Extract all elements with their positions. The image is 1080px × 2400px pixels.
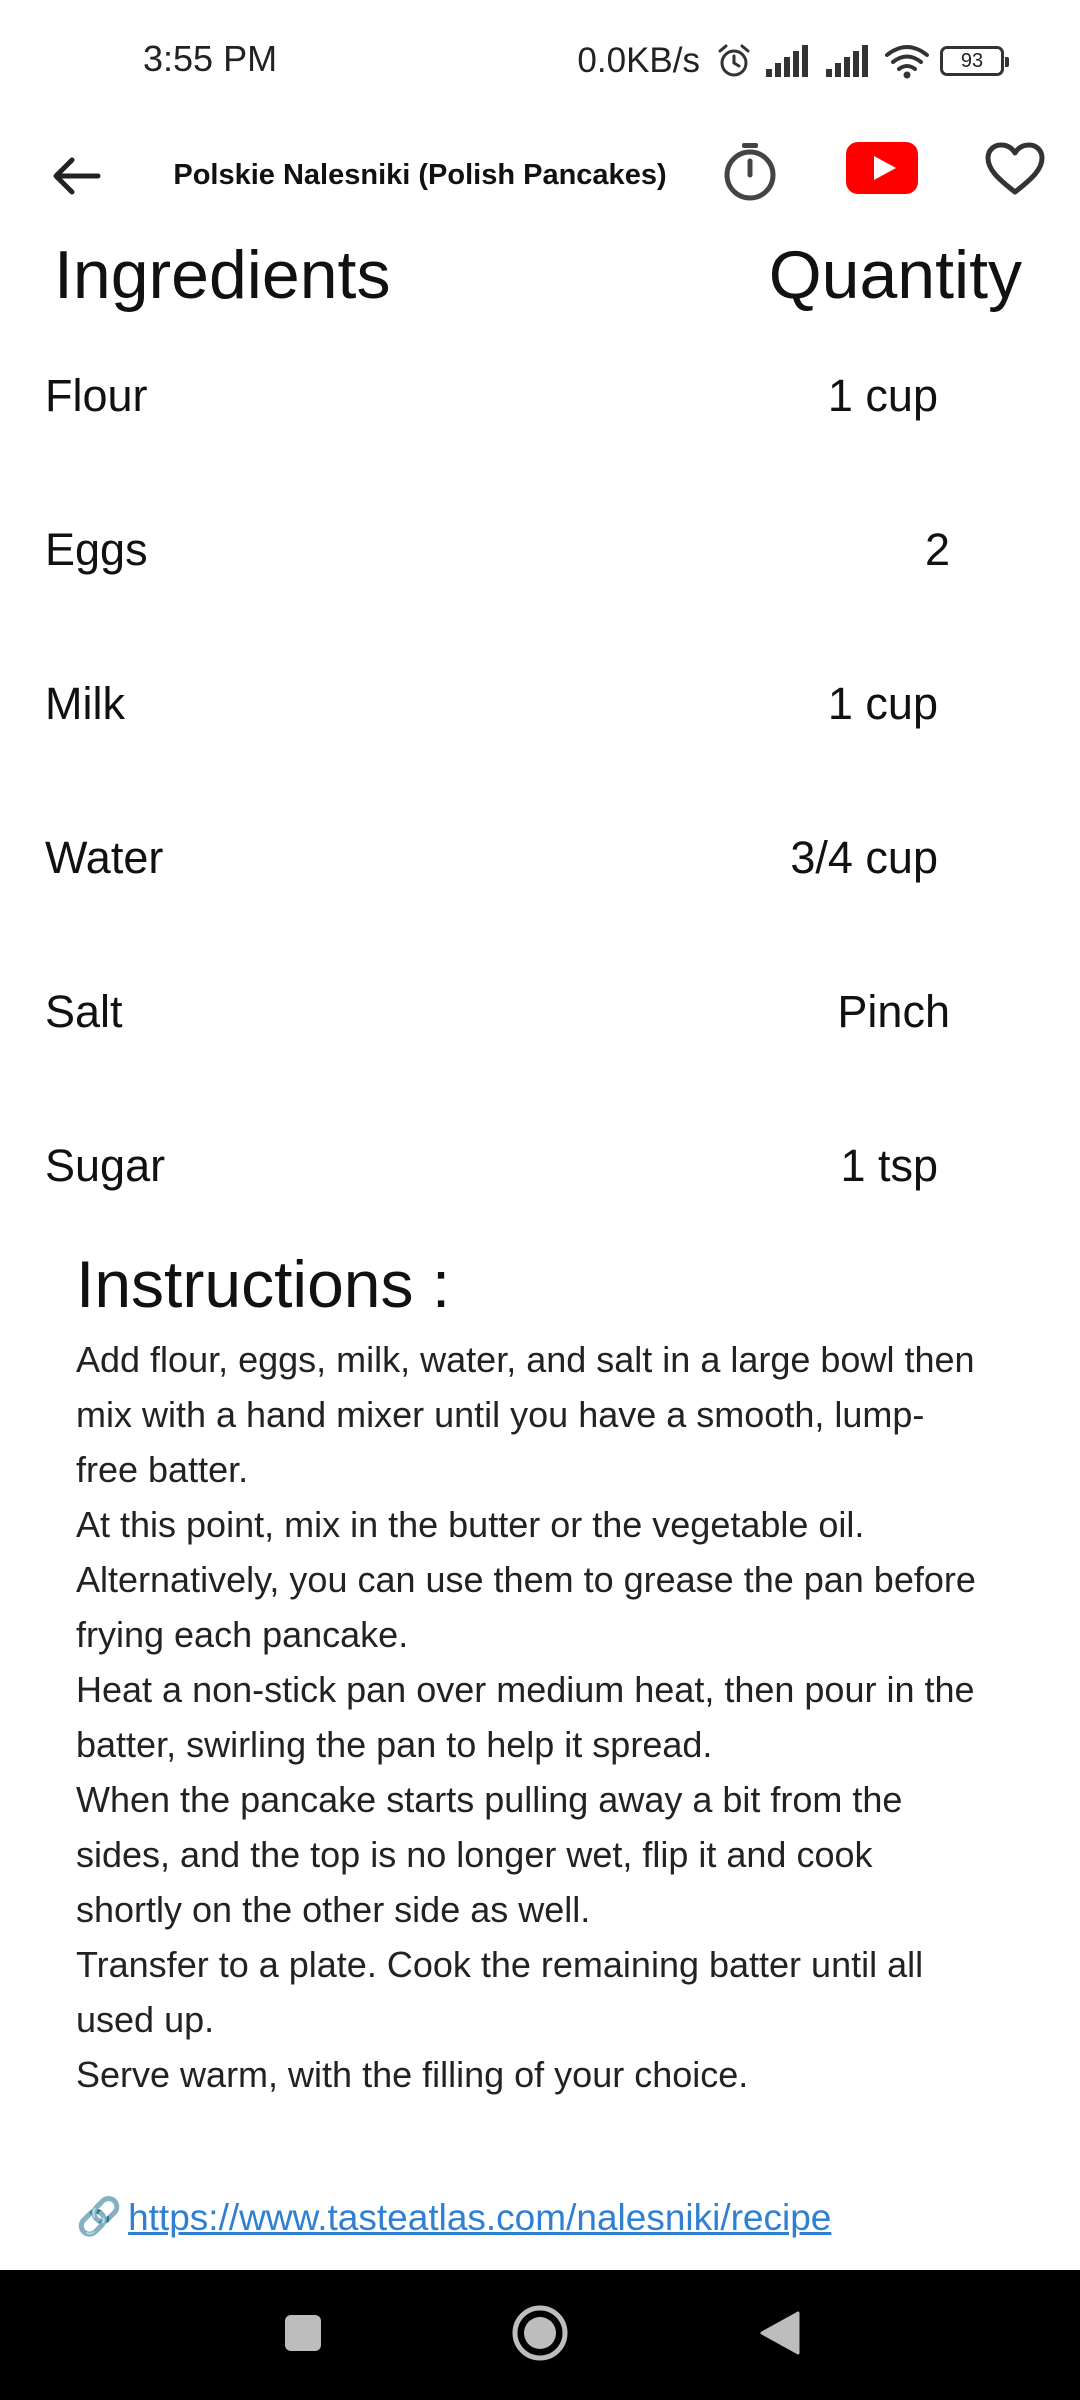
signal-icon-2 [824, 43, 874, 79]
ingredient-quantity: 1 cup [827, 370, 938, 421]
ingredient-row: Salt Pinch [0, 986, 1080, 1140]
link-icon: 🔗 [76, 2196, 123, 2237]
battery-level: 93 [960, 49, 984, 72]
back-triangle-icon [758, 2309, 802, 2362]
instruction-step: At this point, mix in the butter or the … [76, 1504, 976, 1655]
ingredient-row: Milk 1 cup [0, 678, 1080, 832]
ingredient-quantity: 1 cup [827, 678, 938, 729]
ingredients-list: Flour 1 cup Eggs 2 Milk 1 cup Water 3/4 … [0, 370, 1080, 1294]
ingredient-name: Eggs [45, 524, 148, 575]
home-circle-icon [510, 2303, 570, 2368]
app-bar: Polskie Nalesniki (Polish Pancakes) [0, 120, 1080, 250]
instruction-step: Heat a non-stick pan over medium heat, t… [76, 1669, 975, 1765]
youtube-icon [846, 141, 918, 199]
instruction-step: Add flour, eggs, milk, water, and salt i… [76, 1339, 975, 1490]
ingredient-row: Water 3/4 cup [0, 832, 1080, 986]
recents-square-icon [283, 2313, 323, 2358]
ingredients-table-header: Ingredients Quantity [0, 236, 1080, 326]
ingredient-quantity: 3/4 cup [790, 832, 938, 883]
instruction-step: Transfer to a plate. Cook the remaining … [76, 1944, 924, 2040]
heart-icon [985, 142, 1045, 201]
instructions-body: Add flour, eggs, milk, water, and salt i… [76, 1332, 976, 2102]
timer-icon [722, 141, 778, 208]
instruction-step: Serve warm, with the filling of your cho… [76, 2054, 749, 2095]
wifi-icon [884, 43, 930, 79]
status-bar: 3:55 PM 0.0KB/s 93 [0, 0, 1080, 120]
ingredient-name: Salt [45, 986, 123, 1037]
ingredient-row: Flour 1 cup [0, 370, 1080, 524]
source-link[interactable]: https://www.tasteatlas.com/nalesniki/rec… [128, 2197, 831, 2239]
status-time: 3:55 PM [143, 38, 278, 79]
recents-button[interactable] [270, 2270, 336, 2400]
back-arrow-icon [50, 154, 102, 203]
youtube-button[interactable] [845, 141, 919, 199]
ingredient-name: Water [45, 832, 164, 883]
ingredient-quantity: 1 tsp [840, 1140, 938, 1191]
battery-icon: 93 [940, 46, 1009, 76]
signal-icon [764, 43, 814, 79]
network-speed: 0.0KB/s [577, 41, 700, 80]
ingredient-row: Eggs 2 [0, 524, 1080, 678]
source-link-row: 🔗 https://www.tasteatlas.com/nalesniki/r… [76, 2196, 831, 2239]
status-icons: 0.0KB/s 93 [577, 34, 1009, 88]
ingredient-name: Milk [45, 678, 125, 729]
ingredient-name: Sugar [45, 1140, 166, 1191]
home-button[interactable] [505, 2270, 575, 2400]
favorite-button[interactable] [980, 136, 1050, 206]
back-button[interactable] [40, 142, 112, 214]
ingredient-quantity: 2 [924, 524, 950, 575]
ingredient-name: Flour [45, 370, 148, 421]
ingredient-quantity: Pinch [837, 986, 950, 1037]
back-nav-button[interactable] [750, 2270, 810, 2400]
instructions-title: Instructions : [76, 1247, 451, 1321]
timer-button[interactable] [718, 134, 782, 214]
alarm-icon [714, 41, 754, 81]
quantity-header: Quantity [768, 237, 1022, 313]
recipe-title: Polskie Nalesniki (Polish Pancakes) [173, 159, 667, 191]
system-nav-bar [0, 2270, 1080, 2400]
ingredients-header: Ingredients [54, 237, 391, 313]
instruction-step: When the pancake starts pulling away a b… [76, 1779, 903, 1930]
